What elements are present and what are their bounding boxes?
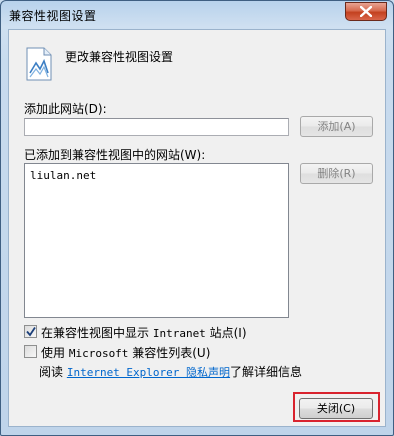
add-button[interactable]: 添加(A) (300, 116, 373, 137)
checkmark-icon (26, 327, 36, 337)
site-list[interactable]: liulan.net (24, 163, 289, 318)
close-button[interactable]: 关闭(C) (299, 398, 373, 419)
microsoft-list-checkbox[interactable] (24, 345, 37, 358)
list-item[interactable]: liulan.net (30, 169, 96, 182)
privacy-statement-text: 阅读 Internet Explorer 隐私声明了解详细信息 (39, 365, 303, 379)
title-bar[interactable]: 兼容性视图设置 (1, 1, 393, 29)
microsoft-list-option-label[interactable]: 使用 Microsoft 兼容性列表(U) (41, 344, 210, 361)
privacy-statement-link[interactable]: Internet Explorer 隐私声明 (67, 366, 230, 379)
site-list-label: 已添加到兼容性视图中的网站(W): (24, 148, 206, 162)
compatibility-view-dialog: 兼容性视图设置 更改兼容性视图设置 添加此网站(D): 添加(A) 已添加到兼容… (0, 0, 394, 436)
add-site-input[interactable] (24, 118, 289, 136)
close-icon (360, 6, 372, 17)
add-site-label: 添加此网站(D): (24, 102, 107, 116)
remove-button[interactable]: 删除(R) (300, 163, 373, 184)
intranet-checkbox[interactable] (24, 325, 37, 338)
window-close-button[interactable] (345, 2, 387, 21)
dialog-header: 更改兼容性视图设置 (65, 50, 174, 64)
dialog-body: 更改兼容性视图设置 添加此网站(D): 添加(A) 已添加到兼容性视图中的网站(… (8, 29, 386, 427)
intranet-option-label[interactable]: 在兼容性视图中显示 Intranet 站点(I) (41, 324, 247, 341)
window-title: 兼容性视图设置 (9, 9, 97, 23)
compatibility-document-icon (26, 47, 52, 81)
